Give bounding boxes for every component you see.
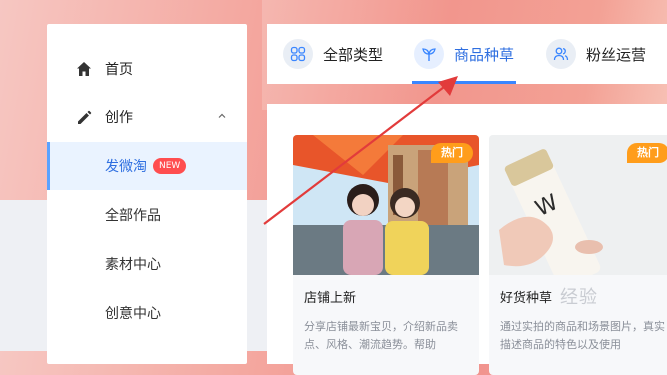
card-description: 通过实拍的商品和场景图片，真实描述商品的特色以及使用 (500, 320, 665, 351)
template-card-good-seeding[interactable]: W 热门 好货种草 通过实拍的商品和场景图片，真实描述商品的特色以及使用 (489, 135, 667, 375)
sidebar-item-create[interactable]: 创作 (47, 93, 247, 141)
chevron-up-icon[interactable] (217, 111, 227, 121)
sidebar: 首页 创作 发微淘 NEW 全部作品 素材中心 创意中心 (47, 24, 247, 364)
tab-label: 粉丝运营 (586, 45, 647, 64)
sprout-icon (414, 39, 444, 69)
sidebar-item-label: 创意中心 (105, 306, 161, 322)
pen-icon (78, 110, 92, 124)
sidebar-item-label: 创作 (105, 110, 133, 126)
sidebar-item-label: 素材中心 (105, 257, 161, 273)
tab-bar: 全部类型 商品种草 粉丝运营 (267, 24, 667, 84)
watermark-logo: 经验 (560, 287, 598, 308)
sidebar-item-label: 发微淘 (105, 159, 147, 175)
template-card-store-new[interactable]: 热门 店铺上新 分享店铺最新宝贝，介绍新品卖点、风格、潮流趋势。帮助 (293, 135, 479, 375)
card-description: 分享店铺最新宝贝，介绍新品卖点、风格、潮流趋势。帮助 (304, 320, 458, 351)
content-panel: 热门 店铺上新 分享店铺最新宝贝，介绍新品卖点、风格、潮流趋势。帮助 W 热门 … (267, 104, 667, 375)
sidebar-item-all-works[interactable]: 全部作品 (47, 191, 247, 239)
sidebar-item-material-center[interactable]: 素材中心 (47, 240, 247, 288)
sidebar-item-post-weitao[interactable]: 发微淘 NEW (47, 142, 247, 190)
card-title: 店铺上新 (304, 291, 357, 306)
tab-all-types[interactable]: 全部类型 (283, 24, 383, 84)
tab-fan-operation[interactable]: 粉丝运营 (546, 24, 646, 84)
sidebar-item-label: 首页 (105, 62, 133, 78)
tab-product-seeding[interactable]: 商品种草 (414, 24, 514, 84)
grid-icon (283, 39, 313, 69)
sidebar-item-creative-center[interactable]: 创意中心 (47, 289, 247, 337)
users-icon (546, 39, 576, 69)
sidebar-item-home[interactable]: 首页 (47, 45, 247, 93)
hot-badge: 热门 (627, 143, 667, 163)
home-icon (77, 62, 91, 76)
sidebar-item-label: 全部作品 (105, 208, 161, 224)
card-title: 好货种草 (500, 291, 553, 306)
active-tab-indicator (412, 81, 516, 84)
new-badge: NEW (153, 158, 187, 174)
hot-badge: 热门 (431, 143, 473, 163)
tab-label: 商品种草 (454, 45, 515, 64)
tab-label: 全部类型 (323, 45, 384, 64)
